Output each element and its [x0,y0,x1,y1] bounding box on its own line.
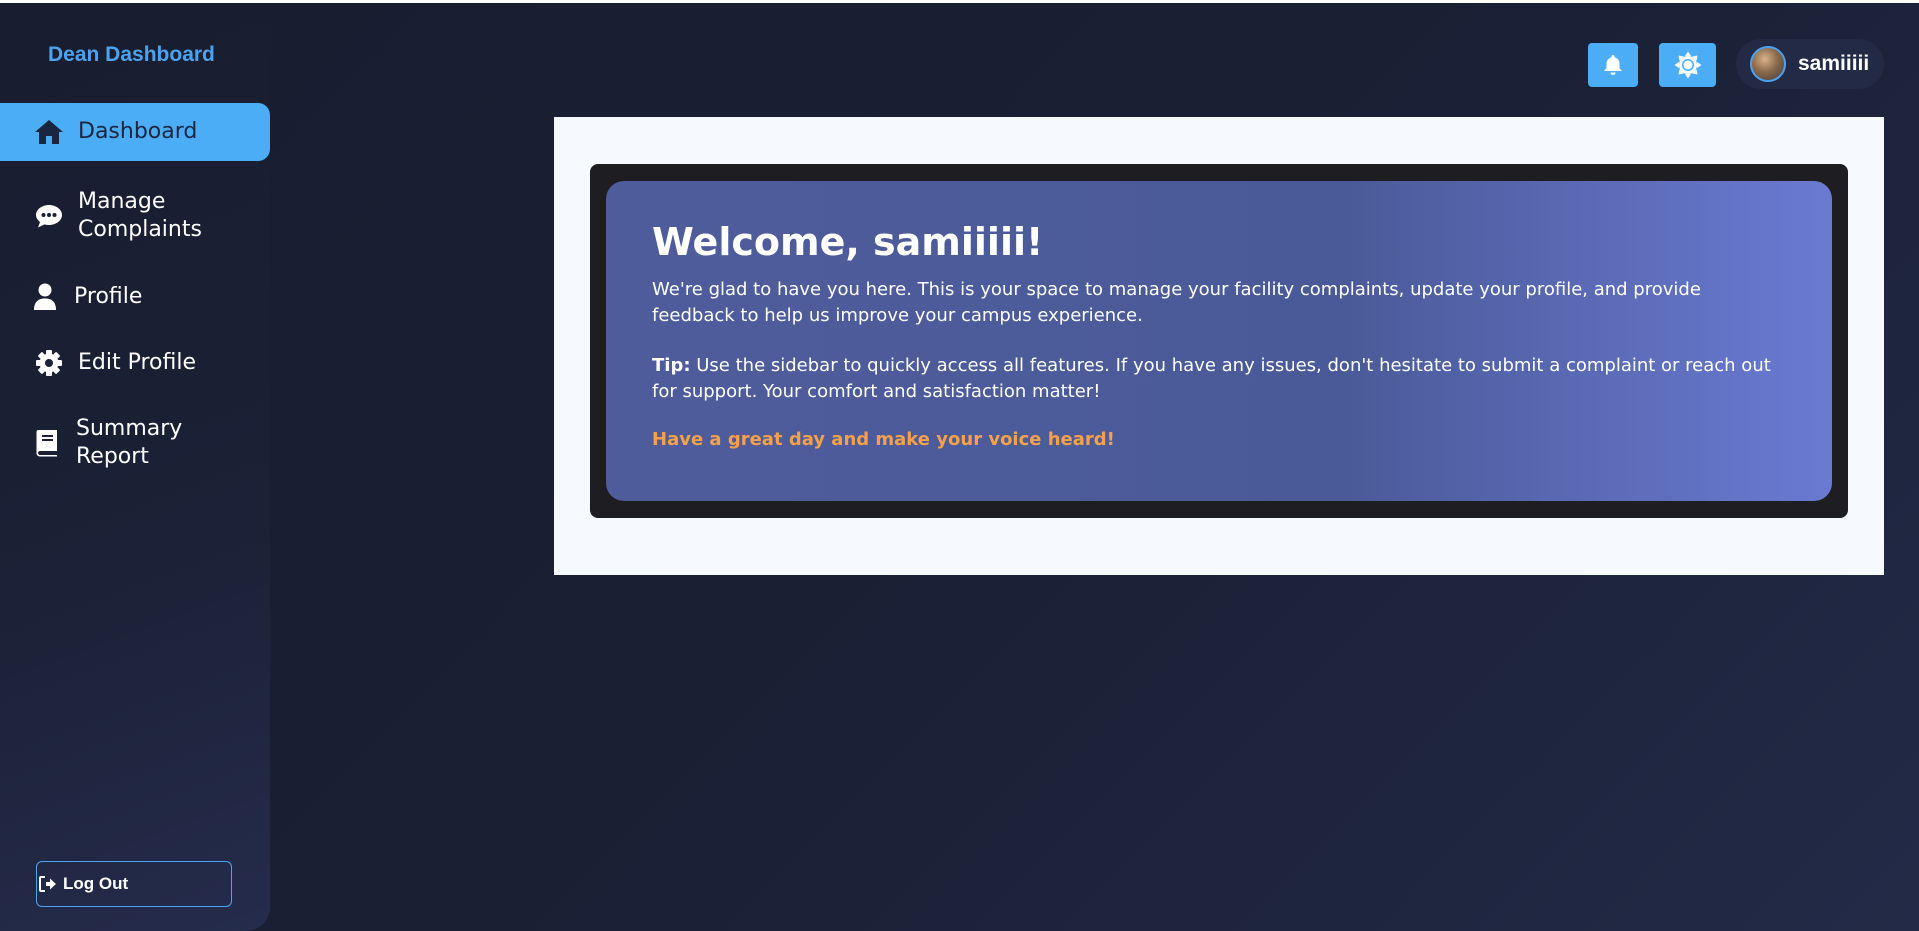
sign-out-icon [39,876,57,892]
avatar [1750,46,1786,82]
sidebar-item-label: Edit Profile [78,350,197,375]
sun-gear-icon [1674,51,1702,79]
sidebar-item-manage-complaints[interactable]: Manage Complaints [0,186,270,246]
gear-icon [34,349,64,377]
welcome-intro: We're glad to have you here. This is you… [652,279,1701,326]
user-icon [30,283,60,311]
welcome-tip: Tip: Use the sidebar to quickly access a… [652,353,1786,405]
welcome-closing: Have a great day and make your voice hea… [652,429,1115,450]
logout-label: Log Out [63,874,129,893]
comment-icon [34,203,64,229]
sidebar-item-summary-report[interactable]: Summary Report [0,413,270,473]
header-username: samiiiii [1798,52,1870,75]
tip-text: Use the sidebar to quickly access all fe… [652,355,1771,402]
sidebar-item-edit-profile[interactable]: Edit Profile [0,343,270,383]
sidebar-item-label: Profile [74,284,143,309]
welcome-card: Welcome, samiiiii! We're glad to have yo… [606,181,1832,501]
sidebar-item-profile[interactable]: Profile [0,277,270,317]
notifications-button[interactable] [1588,43,1638,87]
sidebar: Dean Dashboard Dashboard Manage Complain… [0,3,270,931]
book-icon [32,429,62,457]
tip-label: Tip: [652,355,691,376]
sidebar-item-label: Dashboard [78,119,198,144]
settings-button[interactable] [1659,43,1716,87]
user-menu[interactable]: samiiiii [1736,39,1884,89]
welcome-frame: Welcome, samiiiii! We're glad to have yo… [590,164,1848,518]
sidebar-brand: Dean Dashboard [48,43,215,66]
main-content: Welcome, samiiiii! We're glad to have yo… [554,117,1884,575]
sidebar-item-dashboard[interactable]: Dashboard [0,103,270,161]
sidebar-item-label: Manage Complaints [78,189,202,242]
top-border [0,0,1919,3]
home-icon [34,119,64,145]
bell-icon [1603,54,1623,76]
sidebar-item-label: Summary Report [76,416,183,469]
logout-button[interactable]: Log Out [36,861,232,907]
welcome-title: Welcome, samiiiii! [652,220,1044,264]
